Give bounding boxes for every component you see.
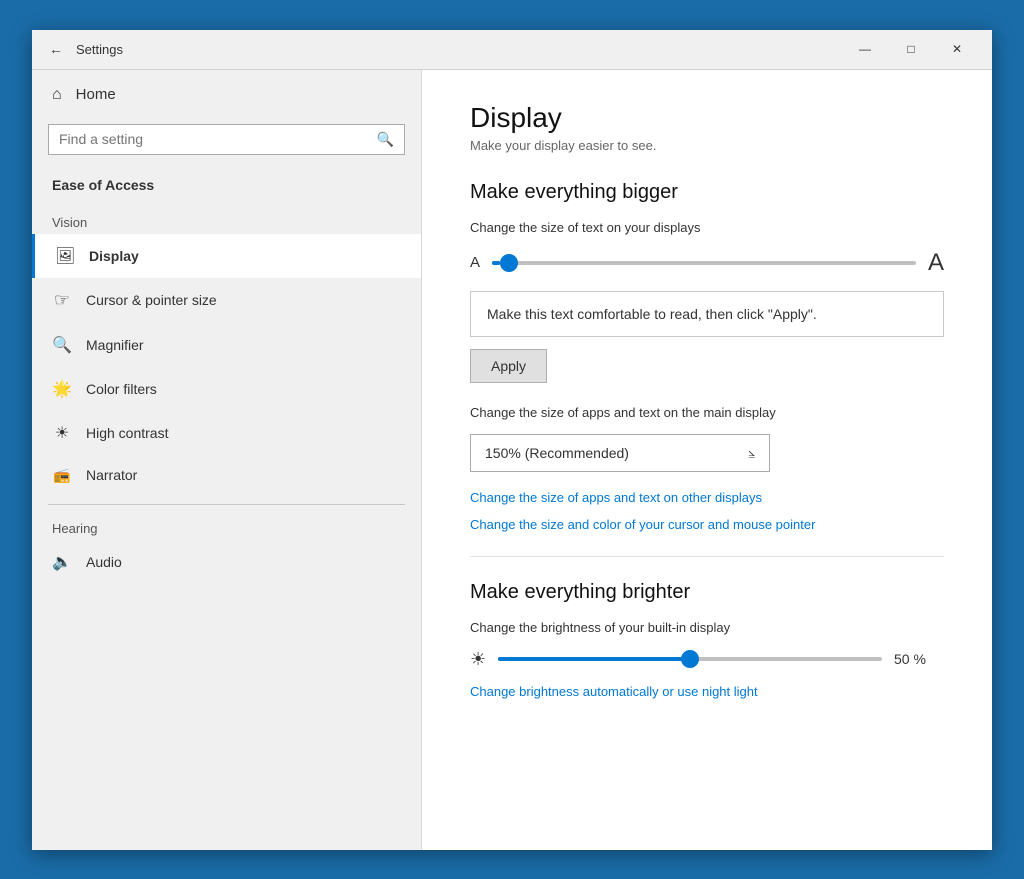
sidebar-item-cursor[interactable]: ☞ Cursor & pointer size [32,278,421,323]
cursor-icon: ☞ [52,290,72,311]
brightness-description: Change the brightness of your built-in d… [470,620,944,635]
slider-large-label: A [928,249,944,277]
display-scale-dropdown-row: 150% (Recommended) ⦥ [470,434,944,472]
cursor-label: Cursor & pointer size [86,292,217,308]
hearing-section-title: Hearing [32,513,421,540]
brightness-percent: 50 % [894,651,944,667]
page-subtitle: Make your display easier to see. [470,138,944,153]
brightness-slider-row: ☀ 50 % [470,649,944,670]
narrator-label: Narrator [86,467,137,483]
titlebar: ← Settings — □ ✕ [32,30,992,70]
dropdown-value: 150% (Recommended) [485,445,629,461]
section-label: Ease of Access [32,167,421,199]
vision-section-title: Vision [32,207,421,234]
home-icon: ⌂ [52,86,62,104]
slider-filled [492,261,500,265]
brightness-thumb[interactable] [681,650,699,668]
text-preview-box: Make this text comfortable to read, then… [470,291,944,337]
sidebar: ⌂ Home 🔍 Ease of Access Vision 🖼 Display… [32,70,422,850]
brightness-slider-track[interactable] [498,657,882,661]
brightness-icon: ☀ [470,649,486,670]
chevron-down-icon: ⦥ [748,445,755,460]
maximize-button[interactable]: □ [888,34,934,64]
slider-small-label: A [470,254,480,271]
titlebar-title: Settings [76,42,842,57]
section1-heading: Make everything bigger [470,181,944,204]
search-icon: 🔍 [377,131,394,148]
apply-button[interactable]: Apply [470,349,547,383]
text-size-description: Change the size of text on your displays [470,220,944,235]
window-controls: — □ ✕ [842,34,980,64]
text-size-slider-row: A A [470,249,944,277]
narrator-icon: 📻 [52,467,72,484]
sidebar-item-high-contrast[interactable]: ☀ High contrast [32,411,421,455]
audio-icon: 🔈 [52,552,72,572]
sidebar-divider [48,504,405,505]
magnifier-label: Magnifier [86,337,144,353]
search-box[interactable]: 🔍 [48,124,405,155]
text-size-slider-track[interactable] [492,261,916,265]
magnifier-icon: 🔍 [52,335,72,355]
sidebar-item-audio[interactable]: 🔈 Audio [32,540,421,584]
sidebar-item-color-filters[interactable]: 🌟 Color filters [32,367,421,411]
page-title: Display [470,102,944,134]
home-label: Home [76,86,116,103]
color-filters-label: Color filters [86,381,157,397]
close-button[interactable]: ✕ [934,34,980,64]
display-label: Display [89,248,139,264]
cursor-color-link[interactable]: Change the size and color of your cursor… [470,517,944,532]
audio-label: Audio [86,554,122,570]
search-input[interactable] [59,131,369,147]
color-filters-icon: 🌟 [52,379,72,399]
display-scale-dropdown[interactable]: 150% (Recommended) ⦥ [470,434,770,472]
main-content: ⌂ Home 🔍 Ease of Access Vision 🖼 Display… [32,70,992,850]
section-divider [470,556,944,557]
content-area: Display Make your display easier to see.… [422,70,992,850]
sidebar-item-narrator[interactable]: 📻 Narrator [32,455,421,496]
apps-size-description: Change the size of apps and text on the … [470,405,944,420]
back-button[interactable]: ← [44,37,68,61]
brightness-filled [498,657,690,661]
home-nav-item[interactable]: ⌂ Home [32,70,421,120]
sidebar-item-magnifier[interactable]: 🔍 Magnifier [32,323,421,367]
other-displays-link[interactable]: Change the size of apps and text on othe… [470,490,944,505]
high-contrast-icon: ☀ [52,423,72,443]
night-light-link[interactable]: Change brightness automatically or use n… [470,684,944,699]
high-contrast-label: High contrast [86,425,168,441]
slider-thumb[interactable] [500,254,518,272]
section2-heading: Make everything brighter [470,581,944,604]
settings-window: ← Settings — □ ✕ ⌂ Home 🔍 Ease of Access… [32,30,992,850]
sidebar-item-display[interactable]: 🖼 Display [32,234,421,278]
minimize-button[interactable]: — [842,34,888,64]
display-icon: 🖼 [55,246,75,266]
